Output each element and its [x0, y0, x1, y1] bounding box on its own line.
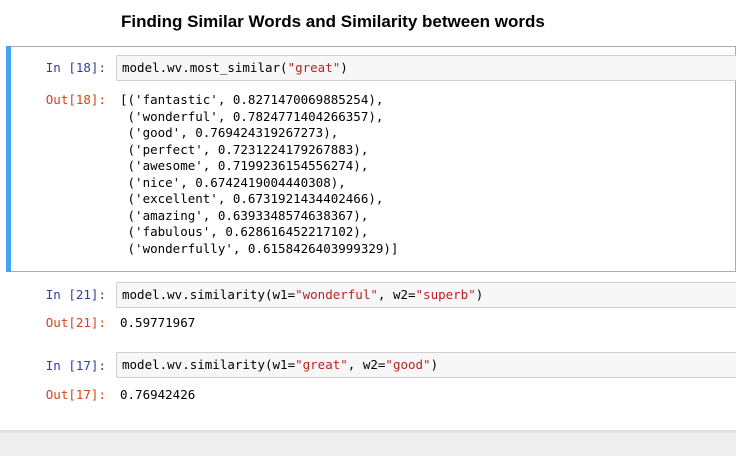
cell-output: [('fantastic', 0.8271470069885254), ('wo… [120, 92, 398, 257]
code-text: ) [430, 357, 439, 372]
input-prompt: In [21]: [45, 287, 106, 302]
output-line: ('awesome', 0.7199236154556274), [120, 158, 369, 173]
output-line: [('fantastic', 0.8271470069885254), [120, 92, 384, 107]
code-text: model.wv.similarity(w1= [122, 357, 296, 372]
output-line: ('amazing', 0.6393348574638367), [120, 207, 369, 223]
output-line: ('good', 0.769424319267273), [120, 125, 339, 140]
output-line: ('perfect', 0.7231224179267883), [120, 141, 369, 157]
code-string: "wonderful" [295, 287, 378, 302]
code-string: "great" [295, 357, 348, 372]
output-prompt: Out[17]: [45, 387, 106, 402]
output-line: ('nice', 0.6742419004440308), [120, 174, 346, 190]
code-text: , w2= [347, 357, 386, 372]
code-string: "great" [287, 60, 341, 75]
code-text: model.wv.most_similar( [122, 60, 288, 75]
output-line: ('wonderfully', 0.6158426403999329)] [120, 240, 399, 256]
output-line: ('wonderful', 0.7824771404266357), [120, 108, 384, 124]
input-prompt: In [17]: [45, 358, 106, 373]
code-text: , w2= [377, 287, 416, 302]
code-string: "good" [385, 357, 431, 372]
notebook-container: Finding Similar Words and Similarity bet… [0, 0, 736, 432]
input-prompt: In [18]: [45, 60, 106, 75]
output-line: ('excellent', 0.6731921434402466), [120, 191, 384, 206]
code-input[interactable]: model.wv.most_similar("great") [116, 55, 736, 81]
code-text: ) [340, 60, 348, 75]
markdown-heading: Finding Similar Words and Similarity bet… [121, 12, 545, 31]
cell-output: 0.76942426 [120, 387, 196, 402]
output-prompt: Out[18]: [45, 92, 106, 107]
code-text: ) [475, 287, 484, 302]
output-prompt: Out[21]: [45, 315, 106, 330]
code-input[interactable]: model.wv.similarity(w1="wonderful", w2="… [116, 282, 736, 308]
code-string: "superb" [415, 287, 476, 302]
code-text: model.wv.similarity(w1= [122, 287, 296, 302]
code-input[interactable]: model.wv.similarity(w1="great", w2="good… [116, 352, 736, 378]
page-bottom-shadow [0, 430, 736, 434]
cell-output: 0.59771967 [120, 315, 196, 330]
output-line: ('fabulous', 0.628616452217102), [120, 224, 369, 239]
